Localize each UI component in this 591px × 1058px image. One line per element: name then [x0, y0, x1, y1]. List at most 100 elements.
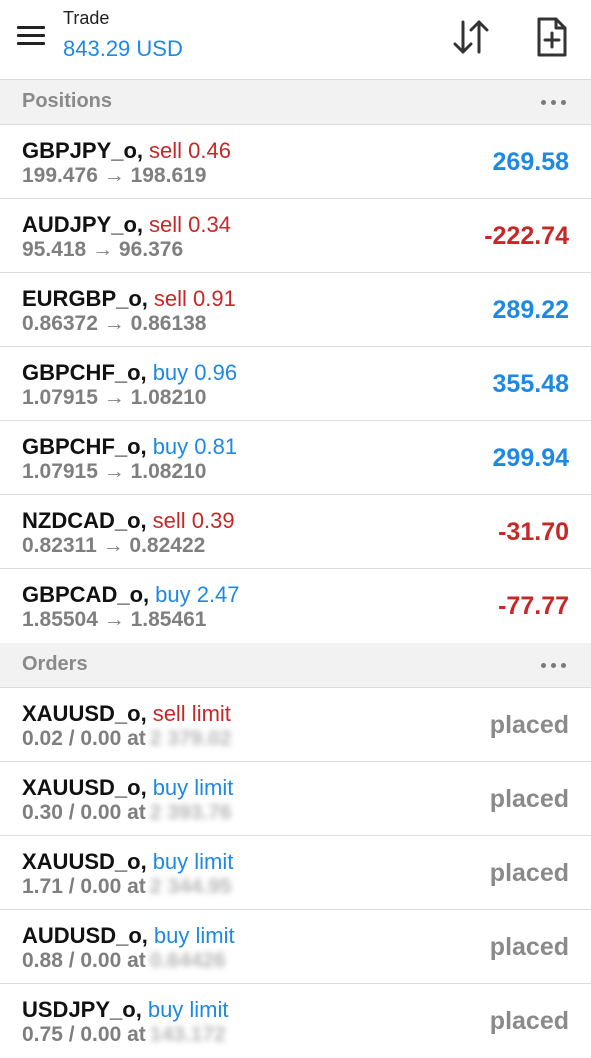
position-row[interactable]: GBPCHF_o, buy 0.81 1.07915 → 1.08210 299.…	[0, 421, 591, 495]
new-document-svg	[537, 17, 567, 57]
order-symbol: USDJPY_o,	[22, 997, 142, 1022]
order-volume-line: 0.02 / 0.00 at 2 379.02	[22, 726, 232, 752]
orders-list: XAUUSD_o, sell limit 0.02 / 0.00 at 2 379.…	[0, 688, 591, 1058]
position-symbol: GBPCAD_o,	[22, 582, 150, 607]
order-volume-line: 1.71 / 0.00 at 2 344.95	[22, 874, 232, 900]
order-type: buy limit	[153, 923, 235, 948]
positions-title: Positions	[22, 90, 113, 112]
position-profit: 299.94	[492, 444, 569, 472]
sort-icon[interactable]	[449, 16, 493, 60]
position-side: sell 0.91	[153, 286, 236, 311]
position-prices: 1.07915 → 1.08210	[22, 460, 207, 483]
position-title-line: GBPCAD_o, buy 2.47	[22, 581, 240, 609]
new-order-icon[interactable]	[530, 16, 572, 58]
order-title-line: AUDUSD_o, buy limit	[22, 922, 235, 950]
position-row[interactable]: EURGBP_o, sell 0.91 0.86372 → 0.86138 289…	[0, 273, 591, 347]
positions-more-icon[interactable]	[539, 90, 569, 114]
menu-icon[interactable]	[14, 22, 48, 50]
position-side: sell 0.46	[149, 138, 231, 163]
order-title-line: XAUUSD_o, sell limit	[22, 700, 231, 728]
top-app-bar: Trade 843.29 USD	[0, 0, 591, 80]
position-title-line: GBPCHF_o, buy 0.96	[22, 359, 237, 387]
orders-more-icon[interactable]	[539, 653, 569, 677]
position-title-line: AUDJPY_o, sell 0.34	[22, 211, 231, 239]
positions-section-header: Positions	[0, 80, 591, 125]
position-prices: 0.82311 → 0.82422	[22, 534, 206, 557]
position-side: buy 0.81	[152, 434, 238, 459]
menu-bar	[17, 26, 45, 29]
position-title-line: EURGBP_o, sell 0.91	[22, 285, 236, 313]
dot	[551, 100, 556, 105]
position-symbol: EURGBP_o,	[22, 286, 148, 311]
orders-section-header: Orders	[0, 643, 591, 688]
order-volume-line: 0.75 / 0.00 at 143.172	[22, 1022, 226, 1048]
order-price: 2 393.76	[149, 801, 232, 824]
position-profit: 355.48	[492, 370, 569, 398]
order-symbol: XAUUSD_o,	[22, 701, 147, 726]
position-side: buy 2.47	[155, 582, 240, 607]
order-price: 2 379.02	[149, 727, 232, 750]
order-volume: 0.30 / 0.00 at	[22, 801, 146, 824]
order-status: placed	[489, 1007, 569, 1035]
order-volume-line: 0.30 / 0.00 at 2 393.76	[22, 800, 232, 826]
position-symbol: NZDCAD_o,	[22, 508, 147, 533]
order-row[interactable]: USDJPY_o, buy limit 0.75 / 0.00 at 143.172…	[0, 984, 591, 1058]
order-price: 0.64426	[149, 949, 226, 972]
position-side: sell 0.34	[149, 212, 231, 237]
position-row[interactable]: NZDCAD_o, sell 0.39 0.82311 → 0.82422 -31…	[0, 495, 591, 569]
order-title-line: USDJPY_o, buy limit	[22, 996, 229, 1024]
dot	[551, 663, 556, 668]
dot	[561, 663, 566, 668]
order-title-line: XAUUSD_o, buy limit	[22, 774, 233, 802]
order-volume: 0.02 / 0.00 at	[22, 727, 146, 750]
dot	[541, 100, 546, 105]
position-prices: 95.418 → 96.376	[22, 238, 184, 261]
order-title-line: XAUUSD_o, buy limit	[22, 848, 233, 876]
order-volume: 0.75 / 0.00 at	[22, 1023, 146, 1046]
order-row[interactable]: AUDUSD_o, buy limit 0.88 / 0.00 at 0.64426…	[0, 910, 591, 984]
position-profit: 269.58	[492, 148, 569, 176]
position-prices: 1.85504 → 1.85461	[22, 608, 207, 631]
position-profit: -77.77	[498, 592, 569, 620]
position-profit: -222.74	[484, 222, 569, 250]
order-row[interactable]: XAUUSD_o, buy limit 0.30 / 0.00 at 2 393.7…	[0, 762, 591, 836]
order-type: sell limit	[152, 701, 231, 726]
menu-bar	[17, 34, 45, 37]
order-symbol: AUDUSD_o,	[22, 923, 148, 948]
order-price: 2 344.95	[149, 875, 232, 898]
position-side: buy 0.96	[152, 360, 238, 385]
order-status: placed	[489, 859, 569, 887]
order-row[interactable]: XAUUSD_o, sell limit 0.02 / 0.00 at 2 379.…	[0, 688, 591, 762]
order-volume: 1.71 / 0.00 at	[22, 875, 146, 898]
screen-title: Trade	[63, 8, 110, 28]
sort-arrows-svg	[453, 20, 489, 54]
dot	[561, 100, 566, 105]
position-row[interactable]: GBPCAD_o, buy 2.47 1.85504 → 1.85461 -77.…	[0, 569, 591, 643]
position-symbol: AUDJPY_o,	[22, 212, 144, 237]
account-title-block: Trade 843.29 USD	[63, 6, 183, 64]
orders-title: Orders	[22, 653, 88, 675]
order-row[interactable]: XAUUSD_o, buy limit 1.71 / 0.00 at 2 344.9…	[0, 836, 591, 910]
position-row[interactable]: AUDJPY_o, sell 0.34 95.418 → 96.376 -222.…	[0, 199, 591, 273]
order-type: buy limit	[152, 849, 234, 874]
order-status: placed	[489, 933, 569, 961]
order-price: 143.172	[149, 1023, 226, 1046]
position-row[interactable]: GBPCHF_o, buy 0.96 1.07915 → 1.08210 355.…	[0, 347, 591, 421]
position-row[interactable]: GBPJPY_o, sell 0.46 199.476 → 198.619 269…	[0, 125, 591, 199]
order-type: buy limit	[152, 775, 234, 800]
position-prices: 199.476 → 198.619	[22, 164, 207, 187]
order-status: placed	[489, 785, 569, 813]
position-symbol: GBPJPY_o,	[22, 138, 144, 163]
position-symbol: GBPCHF_o,	[22, 434, 147, 459]
position-symbol: GBPCHF_o,	[22, 360, 147, 385]
account-balance: 843.29 USD	[63, 36, 183, 61]
order-volume: 0.88 / 0.00 at	[22, 949, 146, 972]
position-profit: -31.70	[498, 518, 569, 546]
position-title-line: GBPCHF_o, buy 0.81	[22, 433, 237, 461]
position-prices: 0.86372 → 0.86138	[22, 312, 207, 335]
position-profit: 289.22	[492, 296, 569, 324]
order-status: placed	[489, 711, 569, 739]
order-symbol: XAUUSD_o,	[22, 775, 147, 800]
position-prices: 1.07915 → 1.08210	[22, 386, 207, 409]
dot	[541, 663, 546, 668]
